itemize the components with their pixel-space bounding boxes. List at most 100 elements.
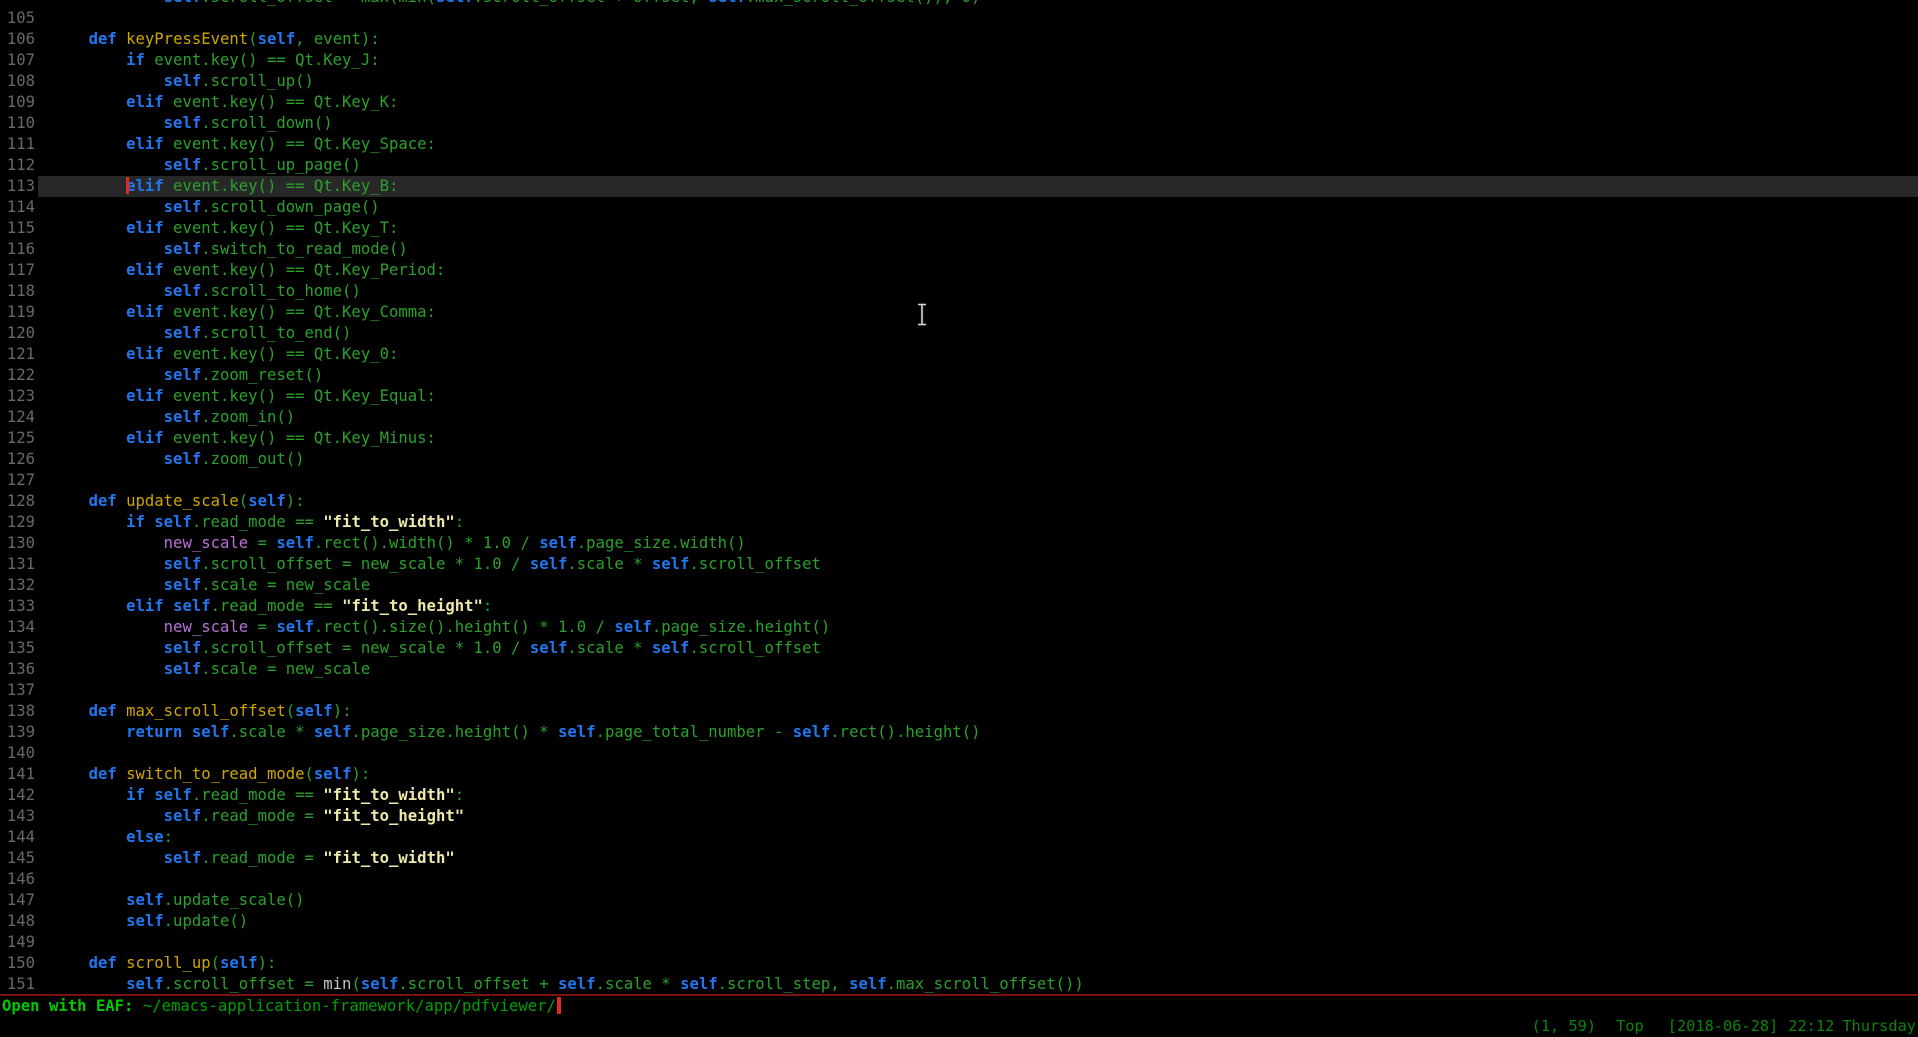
- code-line[interactable]: 137: [0, 680, 1918, 701]
- code-line[interactable]: 124 self.zoom_in(): [0, 407, 1918, 428]
- code-line[interactable]: 151 self.scroll_offset = min(self.scroll…: [0, 974, 1918, 994]
- code-token: [51, 450, 164, 468]
- code-line[interactable]: 141 def switch_to_read_mode(self):: [0, 764, 1918, 785]
- status-day: Thursday: [1842, 1016, 1916, 1037]
- code-token: self: [708, 0, 746, 6]
- code-line[interactable]: 108 self.scroll_up(): [0, 71, 1918, 92]
- code-token: self: [849, 975, 887, 993]
- code-token: (: [351, 975, 360, 993]
- code-token: event.key() == Qt.Key_T:: [164, 219, 399, 237]
- code-line[interactable]: 107 if event.key() == Qt.Key_J:: [0, 50, 1918, 71]
- code-token: [51, 282, 164, 300]
- code-line[interactable]: 123 elif event.key() == Qt.Key_Equal:: [0, 386, 1918, 407]
- status-date: [2018-06-28]: [1668, 1016, 1779, 1037]
- line-number: 151: [0, 974, 35, 994]
- line-number: 124: [0, 407, 35, 428]
- code-line[interactable]: 118 self.scroll_to_home(): [0, 281, 1918, 302]
- line-number: 115: [0, 218, 35, 239]
- code-token: .max_scroll_offset()), 0): [746, 0, 981, 6]
- minibuffer[interactable]: Open with EAF: ~/emacs-application-frame…: [2, 996, 561, 1017]
- code-line[interactable]: 127: [0, 470, 1918, 491]
- emacs-frame: self .scroll_offset = max(min( self .scroll…: [0, 0, 1918, 1037]
- code-line[interactable]: 128 def update_scale(self):: [0, 491, 1918, 512]
- code-token: self: [164, 240, 202, 258]
- code-token: [51, 0, 164, 6]
- code-line[interactable]: 106 def keyPressEvent(self, event):: [0, 29, 1918, 50]
- line-number: 138: [0, 701, 35, 722]
- code-line[interactable]: 109 elif event.key() == Qt.Key_K:: [0, 92, 1918, 113]
- line-number: 133: [0, 596, 35, 617]
- code-line[interactable]: 110 self.scroll_down(): [0, 113, 1918, 134]
- code-token: :: [455, 513, 464, 531]
- code-line[interactable]: 121 elif event.key() == Qt.Key_0:: [0, 344, 1918, 365]
- line-number: 119: [0, 302, 35, 323]
- code-line[interactable]: 129 if self.read_mode == "fit_to_width":: [0, 512, 1918, 533]
- code-line[interactable]: 116 self.switch_to_read_mode(): [0, 239, 1918, 260]
- code-line[interactable]: 145 self.read_mode = "fit_to_width": [0, 848, 1918, 869]
- code-line[interactable]: 138 def max_scroll_offset(self):: [0, 701, 1918, 722]
- code-line[interactable]: 105: [0, 8, 1918, 29]
- code-line[interactable]: 131 self.scroll_offset = new_scale * 1.0…: [0, 554, 1918, 575]
- code-line[interactable]: 120 self.scroll_to_end(): [0, 323, 1918, 344]
- code-token: self: [164, 282, 202, 300]
- code-token: (: [211, 954, 220, 972]
- code-token: self: [793, 723, 831, 741]
- code-line[interactable]: 136 self.scale = new_scale: [0, 659, 1918, 680]
- code-line[interactable]: 150 def scroll_up(self):: [0, 953, 1918, 974]
- code-line[interactable]: 140: [0, 743, 1918, 764]
- code-line[interactable]: 111 elif event.key() == Qt.Key_Space:: [0, 134, 1918, 155]
- code-token: .scroll_to_end(): [201, 324, 351, 342]
- code-line[interactable]: 135 self.scroll_offset = new_scale * 1.0…: [0, 638, 1918, 659]
- code-token: [51, 555, 164, 573]
- code-line[interactable]: 122 self.zoom_reset(): [0, 365, 1918, 386]
- code-line[interactable]: 143 self.read_mode = "fit_to_height": [0, 806, 1918, 827]
- code-token: .scroll_down_page(): [201, 198, 379, 216]
- code-line[interactable]: 139 return self.scale * self.page_size.h…: [0, 722, 1918, 743]
- code-token: [51, 660, 164, 678]
- code-line[interactable]: 130 new_scale = self.rect().width() * 1.…: [0, 533, 1918, 554]
- code-token: .scale *: [567, 555, 652, 573]
- code-token: .scroll_offset +: [398, 975, 558, 993]
- code-line[interactable]: 125 elif event.key() == Qt.Key_Minus:: [0, 428, 1918, 449]
- minibuffer-prompt: Open with EAF:: [2, 997, 143, 1015]
- code-token: [51, 576, 164, 594]
- code-token: def: [89, 765, 117, 783]
- code-token: =: [248, 534, 276, 552]
- code-line[interactable]: 119 elif event.key() == Qt.Key_Comma:: [0, 302, 1918, 323]
- line-number: 137: [0, 680, 35, 701]
- code-line[interactable]: 112 self.scroll_up_page(): [0, 155, 1918, 176]
- code-line[interactable]: 133 elif self.read_mode == "fit_to_heigh…: [0, 596, 1918, 617]
- code-line[interactable]: 147 self.update_scale(): [0, 890, 1918, 911]
- code-token: .scroll_offset = max(min(: [201, 0, 436, 6]
- buffer-location: Top: [1616, 1016, 1644, 1037]
- code-token: [51, 177, 126, 195]
- code-token: [117, 954, 126, 972]
- code-token: [51, 303, 126, 321]
- code-token: elif: [126, 345, 164, 363]
- code-token: [145, 513, 154, 531]
- code-token: if: [126, 51, 145, 69]
- code-line[interactable]: 117 elif event.key() == Qt.Key_Period:: [0, 260, 1918, 281]
- code-token: self: [680, 975, 718, 993]
- code-line[interactable]: 142 if self.read_mode == "fit_to_width":: [0, 785, 1918, 806]
- code-line[interactable]: 146: [0, 869, 1918, 890]
- code-line[interactable]: 113 elif event.key() == Qt.Key_B:: [0, 176, 1918, 197]
- code-token: "fit_to_width": [323, 513, 454, 531]
- code-line[interactable]: 126 self.zoom_out(): [0, 449, 1918, 470]
- code-line[interactable]: 148 self.update(): [0, 911, 1918, 932]
- code-line[interactable]: 149: [0, 932, 1918, 953]
- code-line[interactable]: 132 self.scale = new_scale: [0, 575, 1918, 596]
- code-line[interactable]: 114 self.scroll_down_page(): [0, 197, 1918, 218]
- code-line[interactable]: 134 new_scale = self.rect().size().heigh…: [0, 617, 1918, 638]
- code-line[interactable]: self.scroll_offset = max(min(self.scroll…: [0, 0, 1918, 8]
- code-token: ):: [333, 702, 352, 720]
- code-token: [51, 387, 126, 405]
- code-token: self: [248, 492, 286, 510]
- line-number: 117: [0, 260, 35, 281]
- code-line[interactable]: 115 elif event.key() == Qt.Key_T:: [0, 218, 1918, 239]
- line-number: 128: [0, 491, 35, 512]
- code-editor[interactable]: self .scroll_offset = max(min( self .scroll…: [0, 0, 1918, 994]
- code-token: [51, 198, 164, 216]
- minibuffer-input[interactable]: ~/emacs-application-framework/app/pdfvie…: [143, 997, 556, 1015]
- code-line[interactable]: 144 else:: [0, 827, 1918, 848]
